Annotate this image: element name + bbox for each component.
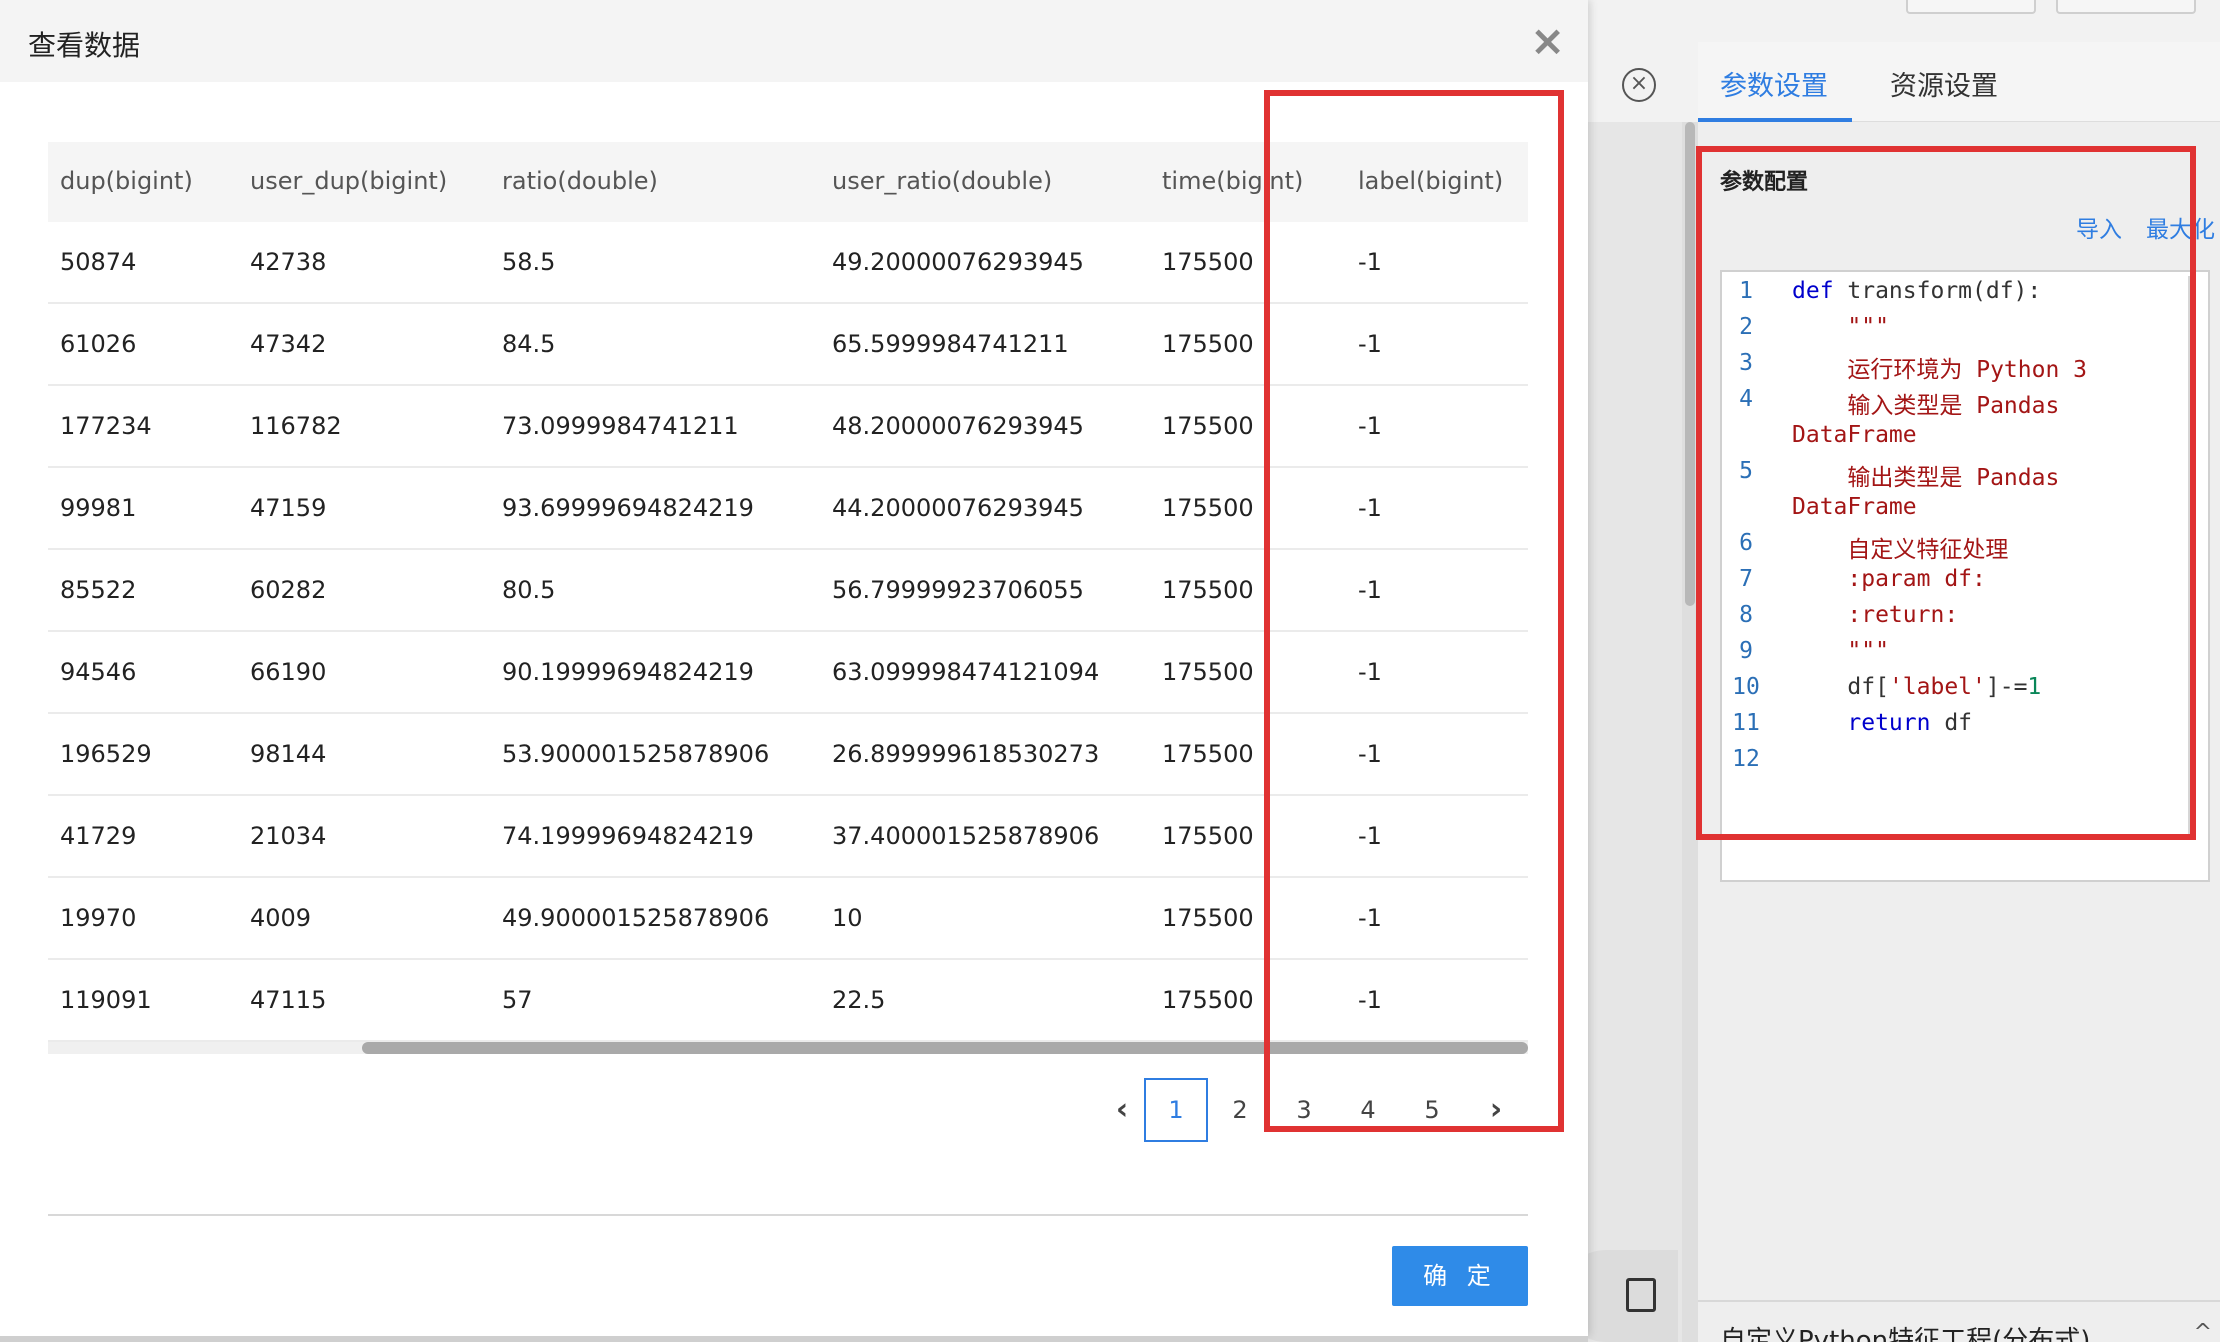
cell-dup: 50874 — [60, 248, 137, 276]
dialog-header: 查看数据 × — [0, 0, 1588, 82]
cell-user-ratio: 48.20000076293945 — [832, 412, 1084, 440]
cell-time: 175500 — [1162, 658, 1254, 686]
column-header-user-ratio: user_ratio(double) — [832, 167, 1053, 195]
cell-user-dup: 98144 — [250, 740, 327, 768]
cell-user-ratio: 65.5999984741211 — [832, 330, 1069, 358]
toolbar-button[interactable] — [2056, 0, 2196, 14]
cell-ratio: 93.69999694824219 — [502, 494, 754, 522]
cell-user-dup: 4009 — [250, 904, 312, 932]
cell-dup: 85522 — [60, 576, 137, 604]
cell-user-dup: 42738 — [250, 248, 327, 276]
divider — [1698, 1300, 2220, 1302]
panel-tabs: 参数设置 资源设置 — [1698, 42, 2220, 122]
cell-dup: 19970 — [60, 904, 137, 932]
cell-ratio: 80.5 — [502, 576, 556, 604]
cell-dup: 41729 — [60, 822, 137, 850]
cell-time: 175500 — [1162, 412, 1254, 440]
cell-user-ratio: 56.79999923706055 — [832, 576, 1084, 604]
cell-user-dup: 47115 — [250, 986, 327, 1014]
cell-ratio: 49.900001525878906 — [502, 904, 770, 932]
cell-ratio: 90.19999694824219 — [502, 658, 754, 686]
cell-dup: 196529 — [60, 740, 152, 768]
cell-dup: 99981 — [60, 494, 137, 522]
cell-dup: 177234 — [60, 412, 152, 440]
scrollbar-thumb[interactable] — [1685, 122, 1695, 606]
cell-time: 175500 — [1162, 740, 1254, 768]
cell-dup: 94546 — [60, 658, 137, 686]
dialog-title: 查看数据 — [28, 29, 141, 62]
cell-user-ratio: 37.400001525878906 — [832, 822, 1100, 850]
cell-user-ratio: 26.899999618530273 — [832, 740, 1100, 768]
cell-user-dup: 47342 — [250, 330, 327, 358]
backdrop-edge — [0, 1336, 1588, 1342]
cell-user-dup: 66190 — [250, 658, 327, 686]
toolbar-button[interactable] — [1906, 0, 2036, 14]
component-title: 自定义Python特征工程(分布式) — [1720, 1326, 2091, 1342]
close-panel-icon[interactable]: × — [1622, 68, 1656, 102]
cell-ratio: 57 — [502, 986, 533, 1014]
close-icon[interactable]: × — [1530, 16, 1565, 65]
column-header-user-dup: user_dup(bigint) — [250, 167, 448, 195]
cell-user-ratio: 49.20000076293945 — [832, 248, 1084, 276]
page-1-button[interactable]: 1 — [1144, 1078, 1208, 1142]
annotation-box-code — [1696, 146, 2196, 840]
cell-user-ratio: 22.5 — [832, 986, 886, 1014]
cell-time: 175500 — [1162, 822, 1254, 850]
cell-dup: 119091 — [60, 986, 152, 1014]
cell-ratio: 53.900001525878906 — [502, 740, 770, 768]
cell-time: 175500 — [1162, 248, 1254, 276]
cell-user-dup: 47159 — [250, 494, 327, 522]
cell-user-dup: 116782 — [250, 412, 342, 440]
cell-time: 175500 — [1162, 986, 1254, 1014]
column-header-ratio: ratio(double) — [502, 167, 658, 195]
minimap-icon[interactable] — [1626, 1278, 1656, 1312]
column-header-dup: dup(bigint) — [60, 167, 193, 195]
tab-parameter-settings[interactable]: 参数设置 — [1720, 64, 1828, 103]
cell-time: 175500 — [1162, 576, 1254, 604]
active-tab-indicator — [1698, 118, 1852, 122]
cell-time: 175500 — [1162, 330, 1254, 358]
cell-ratio: 74.19999694824219 — [502, 822, 754, 850]
page-2-button[interactable]: 2 — [1208, 1078, 1272, 1142]
tab-resource-settings[interactable]: 资源设置 — [1890, 64, 1998, 103]
cell-user-dup: 60282 — [250, 576, 327, 604]
chevron-up-icon[interactable]: ^ — [2194, 1320, 2212, 1342]
confirm-button[interactable]: 确 定 — [1392, 1246, 1528, 1306]
cell-time: 175500 — [1162, 904, 1254, 932]
cell-user-dup: 21034 — [250, 822, 327, 850]
cell-user-ratio: 10 — [832, 904, 863, 932]
cell-user-ratio: 44.20000076293945 — [832, 494, 1084, 522]
cell-ratio: 84.5 — [502, 330, 556, 358]
annotation-box-label-column — [1264, 90, 1564, 1132]
cell-dup: 61026 — [60, 330, 137, 358]
cell-time: 175500 — [1162, 494, 1254, 522]
cell-ratio: 58.5 — [502, 248, 556, 276]
cell-user-ratio: 63.099998474121094 — [832, 658, 1100, 686]
cell-ratio: 73.0999984741211 — [502, 412, 739, 440]
dialog-footer-divider — [48, 1214, 1528, 1216]
